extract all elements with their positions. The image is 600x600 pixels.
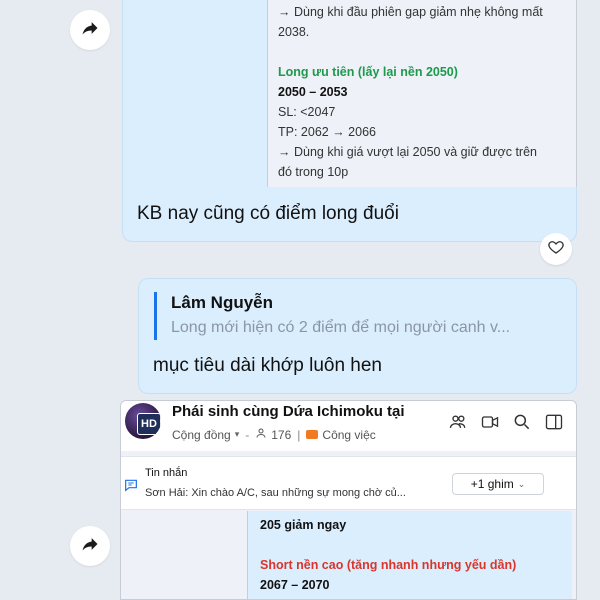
screenshot-text-line: SL: <2047 (278, 105, 336, 119)
forward-button[interactable] (70, 10, 110, 50)
screenshot-text-line: TP: 2062 → 2066 (278, 125, 376, 139)
screenshot-text-line: → Dùng khi giá vượt lại 2050 và giữ được… (278, 145, 537, 159)
search-icon[interactable] (510, 410, 534, 434)
group-header: HD Phái sinh cùng Dứa Ichimoku tại Cộng … (121, 401, 576, 451)
inner-message-screenshot: 205 giảm ngay Short nền cao (tăng nhanh n… (247, 511, 572, 599)
screenshot-text-line: Long ưu tiên (lấy lại nền 2050) (278, 65, 458, 79)
more-pins-button[interactable]: +1 ghim ⌄ (452, 473, 544, 495)
pinned-message-bar[interactable]: Tin nhắn Sơn Hải: Xin chào A/C, sau nhữn… (121, 456, 576, 510)
screenshot-text-line: Short nền cao (tăng nhanh nhưng yếu dần) (260, 558, 517, 572)
reply-text: mục tiêu dài khớp luôn hen (153, 355, 382, 376)
quote-author: Lâm Nguyễn (171, 293, 274, 312)
group-meta: Cộng đồng ▾ - 176 | Công việc (172, 427, 376, 442)
pinned-message: Sơn Hải: Xin chào A/C, sau những sự mong… (145, 487, 406, 499)
screenshot-text-line: 2067 – 2070 (260, 578, 330, 592)
group-title: Phái sinh cùng Dứa Ichimoku tại (172, 403, 405, 420)
screenshot-text-line: 205 giảm ngay (260, 518, 347, 532)
screenshot-text-line: đó trong 10p (278, 165, 349, 179)
forward-icon (80, 534, 100, 559)
quote-text: Long mới hiện có 2 điểm để mọi người can… (171, 319, 511, 336)
community-label: Cộng đồng (172, 427, 231, 442)
heart-icon (547, 238, 565, 261)
message-text: KB nay cũng có điểm long đuổi (137, 203, 399, 224)
chevron-down-icon: ▾ (234, 429, 240, 439)
chevron-down-icon: ⌄ (517, 478, 526, 489)
add-member-icon[interactable] (446, 410, 470, 434)
quoted-message[interactable]: Lâm Nguyễn Long mới hiện có 2 điểm để mọ… (154, 292, 564, 340)
forward-icon (80, 18, 100, 43)
member-count: 176 (271, 427, 292, 442)
shared-phone-screenshot[interactable]: HD Phái sinh cùng Dứa Ichimoku tại Cộng … (120, 400, 577, 600)
video-call-icon[interactable] (478, 410, 502, 434)
group-avatar: HD (125, 403, 161, 439)
pin-button-label: +1 ghim (470, 477, 514, 491)
screenshot-text-line: 2050 – 2053 (278, 85, 348, 99)
shared-screenshot[interactable]: → Dùng khi đầu phiên gap giảm nhẹ không … (267, 0, 577, 187)
tag-icon (306, 430, 319, 439)
pinned-label: Tin nhắn (145, 467, 188, 479)
header-actions (446, 410, 566, 434)
members-icon (255, 427, 267, 442)
hd-badge: HD (137, 413, 161, 435)
separator: | (297, 427, 301, 442)
separator: - (245, 427, 250, 442)
sidebar-toggle-icon[interactable] (542, 410, 566, 434)
message-icon (123, 477, 139, 498)
react-button[interactable] (540, 233, 572, 265)
tag-label: Công việc (322, 427, 376, 442)
screenshot-text-line: → Dùng khi đầu phiên gap giảm nhẹ không … (278, 5, 543, 19)
forward-button[interactable] (70, 526, 110, 566)
screenshot-text-line: 2038. (278, 25, 310, 39)
